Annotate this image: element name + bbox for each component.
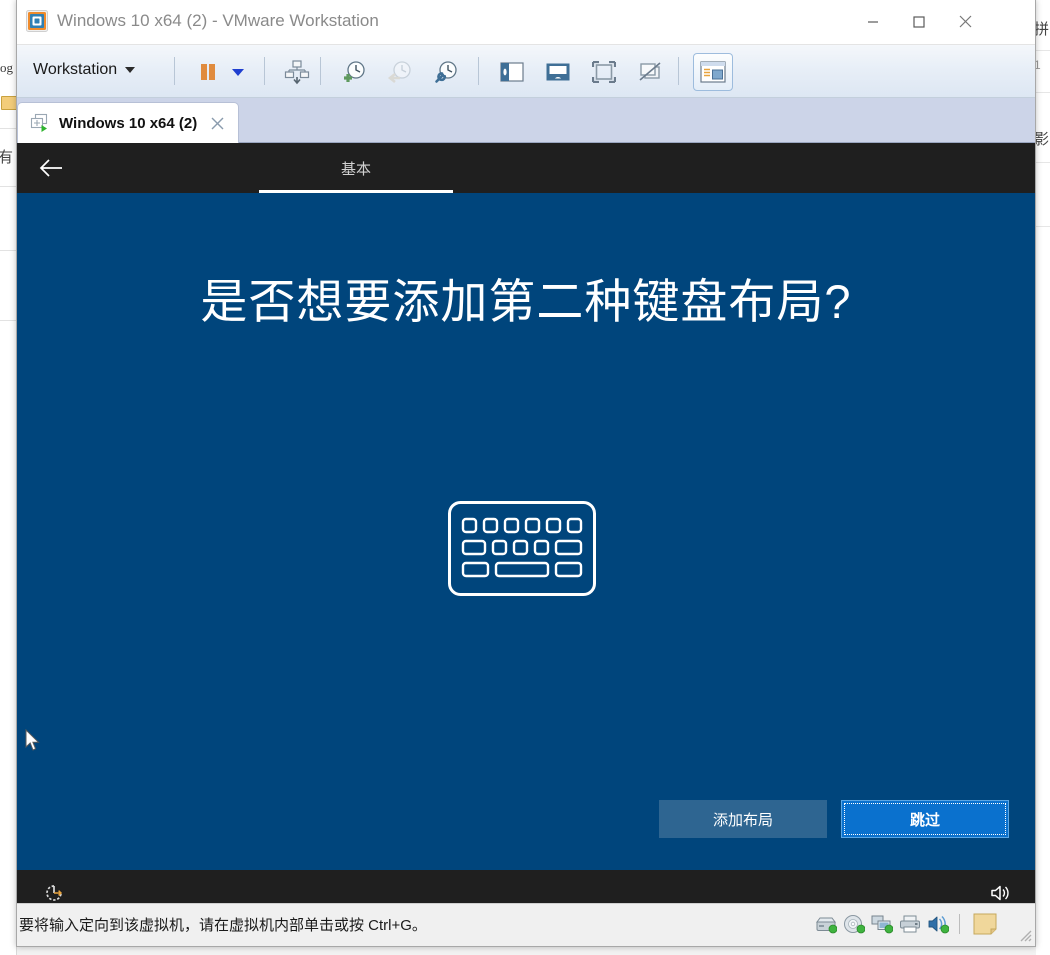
workstation-menu-button[interactable]: Workstation [25, 52, 143, 88]
vmware-logo-icon [26, 10, 48, 32]
divider [0, 320, 16, 321]
skip-button[interactable]: 跳过 [841, 800, 1009, 838]
manage-vm-button[interactable] [278, 54, 316, 90]
hard-disk-icon[interactable] [814, 912, 838, 936]
vm-running-icon [30, 113, 48, 132]
oobe-heading: 是否想要添加第二种键盘布局? [200, 275, 852, 328]
thumbnail-bar-icon [546, 63, 570, 81]
title-bar: Windows 10 x64 (2) - VMware Workstation [17, 0, 1035, 45]
maximize-icon [896, 0, 942, 43]
vm-tab[interactable]: Windows 10 x64 (2) [17, 102, 240, 143]
divider [1036, 50, 1050, 51]
background-left-char: 有 [0, 149, 14, 166]
keyboard-icon [448, 501, 596, 596]
divider [0, 128, 16, 129]
snapshot-manager-icon [435, 61, 457, 83]
close-icon [211, 117, 224, 129]
window-title: Windows 10 x64 (2) - VMware Workstation [57, 11, 379, 30]
vm-tab-label: Windows 10 x64 (2) [59, 114, 198, 132]
chevron-down-icon [232, 68, 244, 76]
oobe-tab-basic[interactable]: 基本 [259, 143, 453, 193]
toolbar-separator [174, 57, 175, 85]
console-view-icon [700, 61, 726, 83]
status-device-icons [814, 912, 1001, 936]
notes-icon[interactable] [969, 912, 1001, 936]
status-separator [959, 914, 960, 934]
vm-tab-close-button[interactable] [206, 112, 228, 134]
background-right-char: 1 [1034, 58, 1041, 72]
cd-dvd-icon[interactable] [842, 912, 866, 936]
background-window-left[interactable]: og 有 [0, 0, 17, 955]
add-layout-button[interactable]: 添加布局 [659, 800, 827, 838]
vmware-workstation-window: Windows 10 x64 (2) - VMware Workstation … [16, 0, 1036, 947]
chevron-down-icon [125, 67, 136, 73]
toolbar-separator [678, 57, 679, 85]
sidebar-panel-icon [500, 62, 524, 82]
skip-button-label: 跳过 [909, 811, 940, 829]
toolbar-separator [478, 57, 479, 85]
oobe-body: 是否想要添加第二种键盘布局? 添加布局 跳过 [17, 193, 1035, 870]
resize-grip[interactable] [1016, 926, 1032, 942]
full-screen-button[interactable] [585, 54, 623, 90]
volume-button[interactable] [985, 878, 1015, 903]
oobe-tab-label: 基本 [340, 160, 371, 178]
status-bar: 要将输入定向到该虚拟机，请在虚拟机内部单击或按 Ctrl+G。 [17, 903, 1035, 944]
back-arrow-icon [39, 159, 62, 177]
show-thumbnail-bar-button[interactable] [539, 54, 577, 90]
revert-snapshot-button[interactable] [381, 54, 419, 90]
close-icon [942, 0, 988, 43]
oobe-back-button[interactable] [29, 149, 73, 187]
oobe-footer [17, 870, 1035, 903]
background-window-right[interactable]: 拼 1 影 [1034, 0, 1050, 955]
oobe-button-group: 添加布局 跳过 [659, 800, 1009, 838]
vm-tab-strip: Windows 10 x64 (2) [17, 98, 1035, 143]
close-button[interactable] [942, 0, 988, 43]
divider [1036, 226, 1050, 227]
console-view-button[interactable] [693, 53, 733, 91]
divider [1036, 92, 1050, 93]
vm-manage-icon [284, 60, 310, 85]
power-options-dropdown[interactable] [223, 54, 253, 90]
snapshot-revert-icon [387, 61, 411, 84]
sound-card-icon[interactable] [926, 912, 950, 936]
ease-of-access-button[interactable] [39, 878, 69, 903]
unity-mode-icon [639, 62, 661, 81]
suspend-vm-button[interactable] [189, 54, 227, 90]
unity-mode-button[interactable] [631, 54, 669, 90]
status-message: 要将输入定向到该虚拟机，请在虚拟机内部单击或按 Ctrl+G。 [19, 917, 427, 934]
background-right-char: 影 [1034, 131, 1050, 148]
background-left-text: og [0, 60, 13, 75]
minimize-icon [850, 0, 896, 43]
divider [0, 186, 16, 187]
snapshot-manager-button[interactable] [427, 54, 465, 90]
oobe-header: 基本 [17, 143, 1035, 193]
toolbar-separator [264, 57, 265, 85]
maximize-button[interactable] [896, 0, 942, 43]
fullscreen-icon [592, 61, 616, 83]
take-snapshot-button[interactable] [335, 54, 373, 90]
add-layout-button-label: 添加布局 [712, 811, 773, 829]
show-library-button[interactable] [493, 54, 531, 90]
divider [1036, 162, 1050, 163]
toolbar-separator [320, 57, 321, 85]
snapshot-add-icon [344, 61, 365, 82]
vm-guest-screen[interactable]: 基本 是否想要添加第二种键盘布局? 添加布局 跳过 [17, 143, 1035, 903]
printer-icon[interactable] [898, 912, 922, 936]
minimize-button[interactable] [850, 0, 896, 43]
network-adapter-icon[interactable] [870, 912, 894, 936]
folder-icon [1, 96, 17, 110]
speaker-icon [991, 885, 1009, 901]
divider [0, 250, 16, 251]
toolbar: Workstation [17, 45, 1035, 98]
pause-icon [201, 64, 215, 80]
ease-of-access-icon [46, 885, 63, 901]
workstation-menu-label: Workstation [33, 61, 118, 78]
background-right-char: 拼 [1034, 21, 1050, 38]
